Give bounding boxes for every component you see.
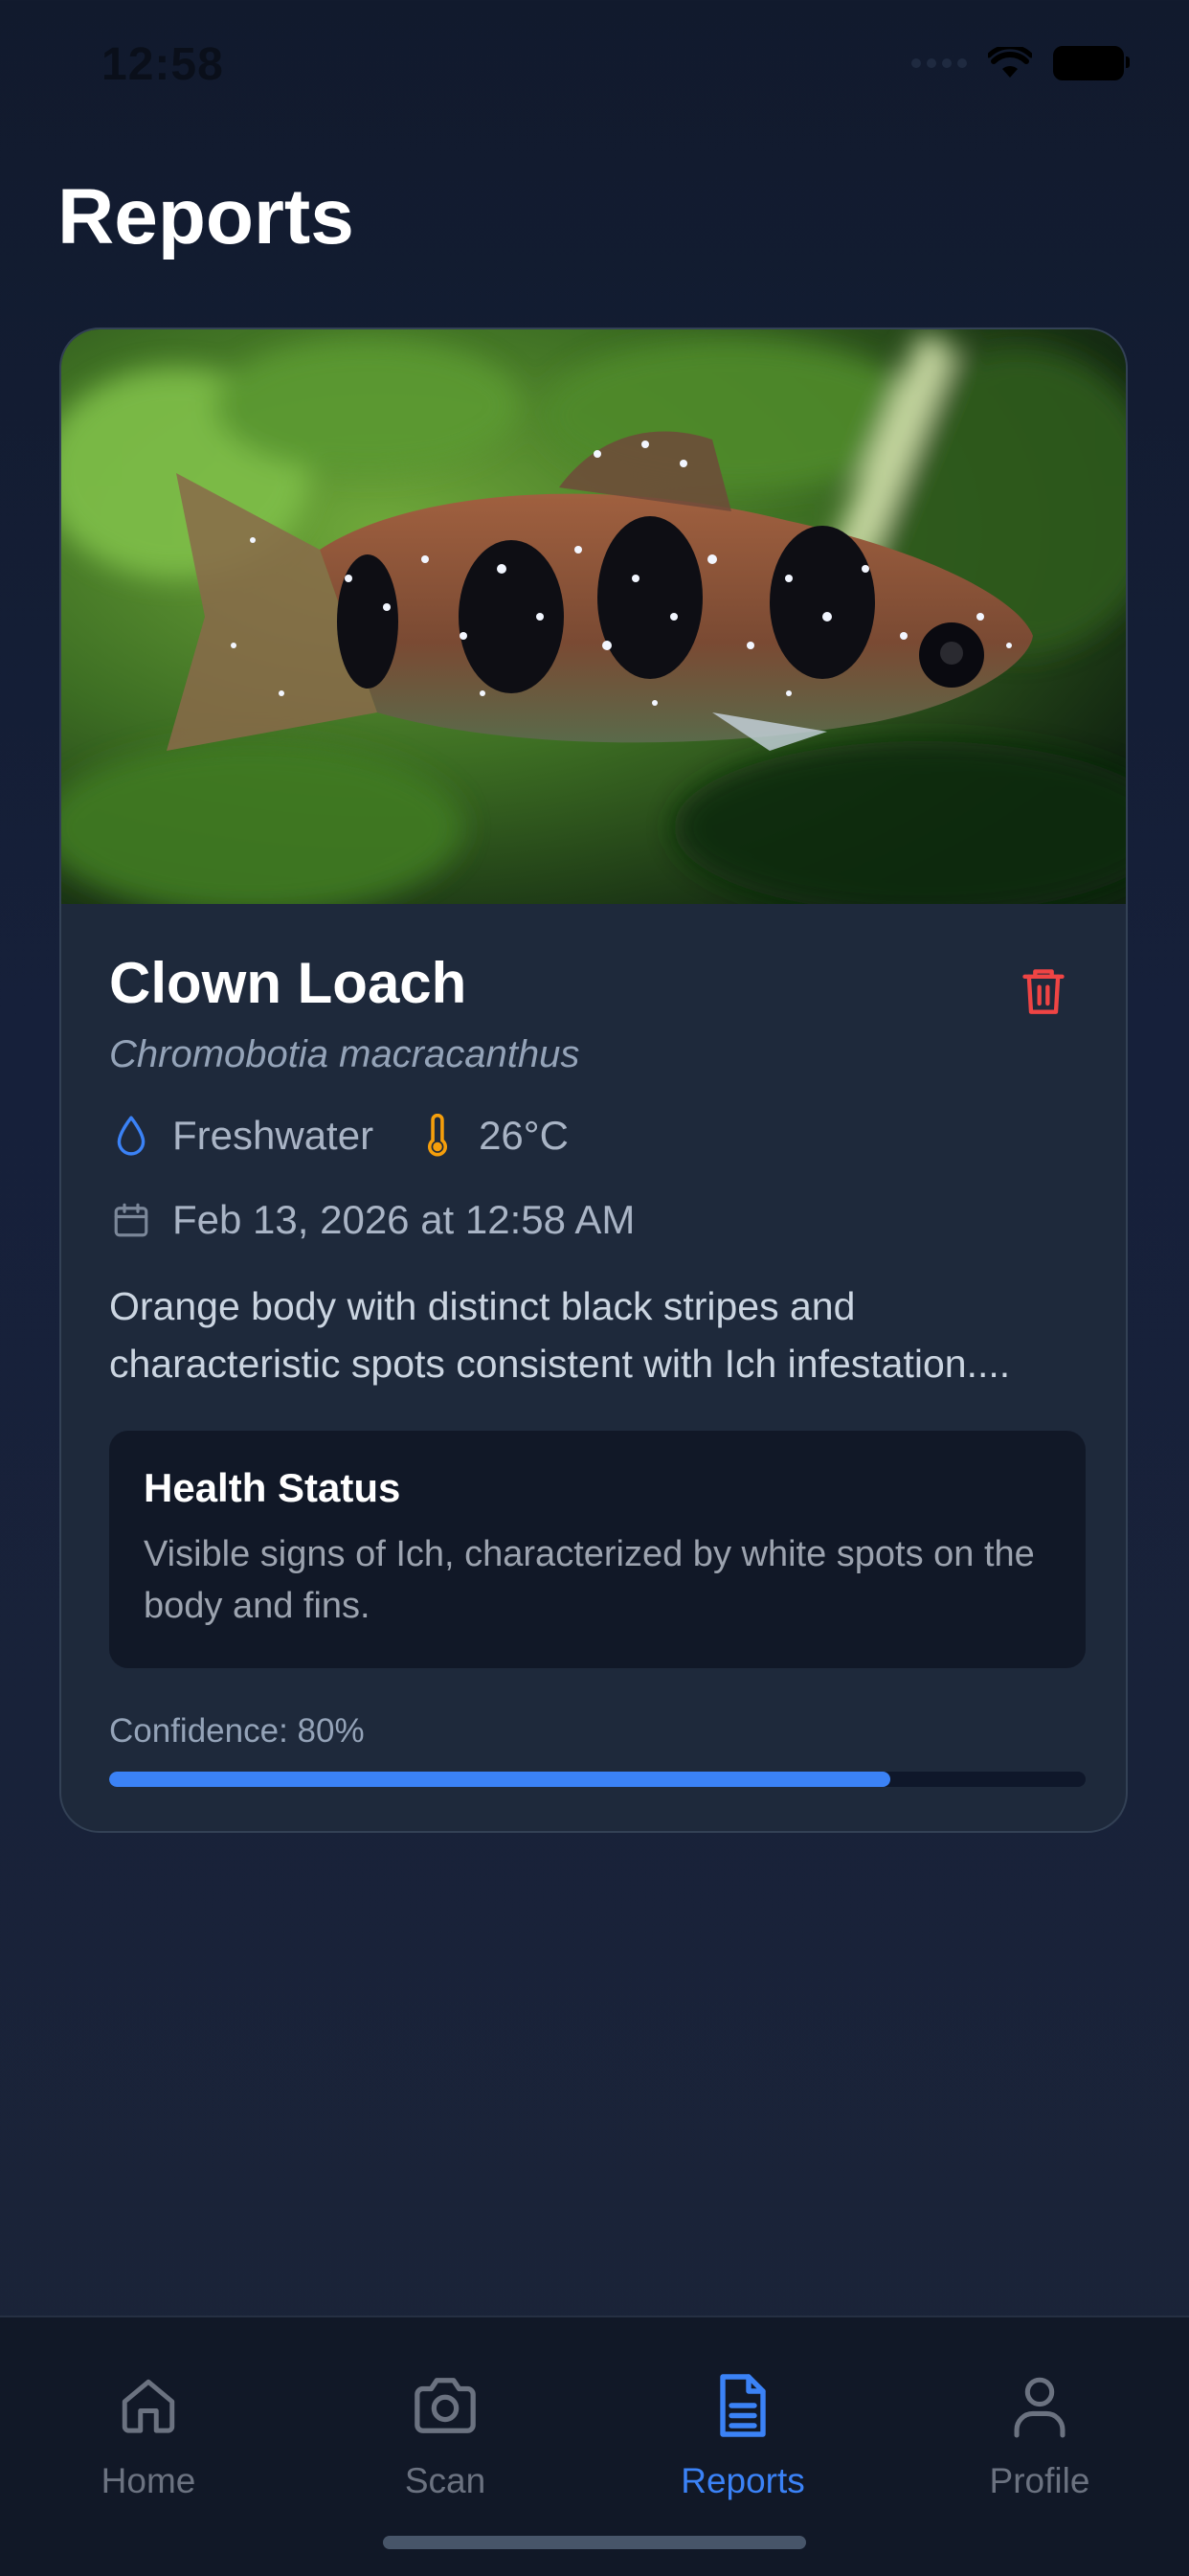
status-bar: 12:58 <box>0 0 1189 134</box>
status-icons <box>911 46 1130 80</box>
tab-home[interactable]: Home <box>43 2367 254 2501</box>
report-date: Feb 13, 2026 at 12:58 AM <box>172 1197 636 1242</box>
tab-reports[interactable]: Reports <box>638 2367 848 2501</box>
health-status-text: Visible signs of Ich, characterized by w… <box>144 1534 1035 1626</box>
confidence-bar-fill <box>109 1772 890 1787</box>
tab-label: Home <box>101 2461 196 2500</box>
page-title: Reports <box>57 173 354 260</box>
temperature: 26°C <box>479 1113 569 1158</box>
tab-profile[interactable]: Profile <box>934 2367 1145 2501</box>
report-description: Orange body with distinct black stripes … <box>109 1284 1011 1386</box>
cellular-signal-icon <box>911 58 967 68</box>
tab-label: Reports <box>681 2461 805 2500</box>
health-status-box: Health Status Visible signs of Ich, char… <box>109 1431 1086 1668</box>
trash-icon <box>1022 969 1065 1014</box>
user-icon <box>1001 2367 1078 2444</box>
tab-label: Profile <box>989 2461 1090 2500</box>
health-status-title: Health Status <box>144 1465 401 1510</box>
tab-label: Scan <box>404 2461 486 2500</box>
water-temp-row: Freshwater 26°C <box>109 1113 569 1159</box>
report-card[interactable]: Clown Loach Chromobotia macracanthus Fre… <box>59 328 1128 1833</box>
confidence-bar <box>109 1772 1086 1787</box>
delete-button[interactable] <box>1009 957 1078 1026</box>
tab-scan[interactable]: Scan <box>340 2367 550 2501</box>
fish-name: Clown Loach <box>109 951 467 1015</box>
home-icon <box>110 2367 187 2444</box>
water-type: Freshwater <box>172 1113 374 1158</box>
camera-icon <box>407 2367 483 2444</box>
water-drop-icon <box>109 1114 153 1158</box>
calendar-icon <box>109 1198 153 1242</box>
date-row: Feb 13, 2026 at 12:58 AM <box>109 1197 635 1243</box>
status-time: 12:58 <box>101 39 224 90</box>
confidence-label: Confidence: 80% <box>109 1712 365 1750</box>
fish-photo <box>61 329 1126 904</box>
thermometer-icon <box>415 1114 460 1158</box>
document-icon <box>705 2367 781 2444</box>
battery-icon <box>1053 46 1130 80</box>
home-indicator <box>383 2536 806 2549</box>
wifi-icon <box>988 47 1032 78</box>
scientific-name: Chromobotia macracanthus <box>109 1033 580 1075</box>
